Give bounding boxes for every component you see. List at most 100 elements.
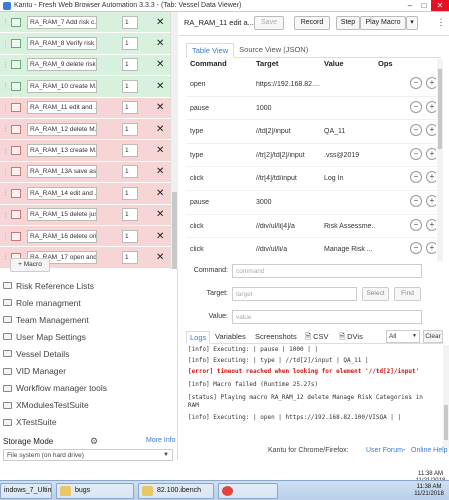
- tab-variables[interactable]: Variables: [212, 331, 249, 344]
- more-info-link[interactable]: More Info: [146, 437, 176, 444]
- taskbar-item-ibench[interactable]: 82.100.ibench: [138, 483, 214, 499]
- select-button[interactable]: Select: [362, 287, 389, 301]
- command-row[interactable]: type //tr[2]/td[2]/input .vss@2019 − +: [186, 144, 436, 168]
- play-macro-button[interactable]: Play Macro: [360, 16, 406, 30]
- macro-row[interactable]: ⋮⋮ RA_RAM_12 delete M... 1 ✕: [0, 118, 170, 141]
- macro-loop-count[interactable]: 1: [122, 208, 138, 222]
- drag-handle-icon[interactable]: ⋮⋮: [2, 168, 15, 176]
- delete-macro-icon[interactable]: ✕: [156, 188, 164, 199]
- command-row[interactable]: pause 1000 − +: [186, 97, 436, 121]
- macro-row[interactable]: ⋮⋮ RA_RAM_7 Add risk c... 1 ✕: [0, 12, 170, 34]
- macro-loop-count[interactable]: 1: [122, 165, 138, 179]
- delete-macro-icon[interactable]: ✕: [156, 59, 164, 70]
- clear-log-button[interactable]: Clear: [423, 330, 443, 343]
- macro-loop-count[interactable]: 1: [122, 58, 138, 72]
- log-scrollbar[interactable]: [443, 345, 449, 448]
- delete-macro-icon[interactable]: ✕: [156, 17, 164, 28]
- delete-macro-icon[interactable]: ✕: [156, 145, 164, 156]
- folder-item[interactable]: Team Management: [0, 311, 178, 328]
- minimize-icon[interactable]: –: [403, 0, 417, 11]
- drag-handle-icon[interactable]: ⋮⋮: [2, 61, 15, 69]
- target-input[interactable]: target: [232, 287, 357, 301]
- drag-handle-icon[interactable]: ⋮⋮: [2, 189, 15, 197]
- macro-list-scrollbar[interactable]: [170, 12, 178, 269]
- macro-row[interactable]: ⋮⋮ RA_RAM_13 create M... 1 ✕: [0, 140, 170, 162]
- delete-macro-icon[interactable]: ✕: [156, 102, 164, 113]
- add-command-icon[interactable]: +: [426, 100, 436, 113]
- folder-item[interactable]: Risk Reference Lists: [0, 277, 178, 294]
- remove-command-icon[interactable]: −: [410, 242, 422, 255]
- command-row[interactable]: click //div/ul/li/a Manage Risk ... − +: [186, 238, 436, 261]
- delete-macro-icon[interactable]: ✕: [156, 252, 164, 263]
- drag-handle-icon[interactable]: ⋮⋮: [2, 82, 15, 90]
- macro-name[interactable]: RA_RAM_8 Verify risk ...: [27, 37, 97, 51]
- macro-row[interactable]: ⋮⋮ RA_RAM_8 Verify risk ... 1 ✕: [0, 33, 170, 55]
- drag-handle-icon[interactable]: ⋮⋮: [2, 40, 15, 48]
- add-command-icon[interactable]: +: [426, 147, 436, 160]
- add-command-icon[interactable]: +: [426, 124, 436, 137]
- delete-macro-icon[interactable]: ✕: [156, 166, 164, 177]
- save-button[interactable]: Save: [254, 16, 284, 30]
- add-command-icon[interactable]: +: [426, 242, 436, 255]
- delete-macro-icon[interactable]: ✕: [156, 124, 164, 135]
- macro-name[interactable]: RA_RAM_13 create M...: [27, 144, 97, 158]
- tab-screenshots[interactable]: Screenshots: [252, 331, 300, 344]
- macro-row[interactable]: ⋮⋮ RA_RAM_16 delete ori... 1 ✕: [0, 225, 170, 248]
- remove-command-icon[interactable]: −: [410, 147, 422, 160]
- macro-loop-count[interactable]: 1: [122, 37, 138, 51]
- add-command-icon[interactable]: +: [426, 171, 436, 184]
- remove-command-icon[interactable]: −: [410, 171, 422, 184]
- record-button[interactable]: Record: [294, 16, 330, 30]
- add-command-icon[interactable]: +: [426, 195, 436, 207]
- macro-loop-count[interactable]: 1: [122, 186, 138, 200]
- macro-name[interactable]: RA_RAM_10 create M...: [27, 79, 97, 93]
- find-button[interactable]: Find: [394, 287, 421, 301]
- command-row[interactable]: open https://192.168.82.... − +: [186, 73, 436, 97]
- remove-command-icon[interactable]: −: [410, 100, 422, 113]
- taskbar-item-browser[interactable]: [218, 483, 278, 499]
- macro-row[interactable]: ⋮⋮ RA_RAM_14 edit and ... 1 ✕: [0, 183, 170, 205]
- close-icon[interactable]: ✕: [431, 0, 449, 11]
- scrollbar-thumb[interactable]: [172, 192, 177, 269]
- drag-handle-icon[interactable]: ⋮⋮: [2, 147, 15, 155]
- taskbar-item-bugs[interactable]: bugs: [56, 483, 134, 499]
- online-help-link[interactable]: Online Help: [411, 447, 448, 454]
- command-row[interactable]: pause 3000 − +: [186, 191, 436, 215]
- macro-loop-count[interactable]: 1: [122, 229, 138, 243]
- folder-item[interactable]: User Map Settings: [0, 328, 178, 345]
- add-command-icon[interactable]: +: [426, 77, 436, 89]
- macro-name[interactable]: RA_RAM_13A save as ...: [27, 165, 97, 179]
- command-row[interactable]: click //div/ul/li[4]/a Risk Assessme... − +: [186, 215, 436, 239]
- tab-table-view[interactable]: Table View: [186, 43, 235, 58]
- taskbar-item-vm[interactable]: indows_7_Ultim...: [0, 483, 52, 499]
- gear-icon[interactable]: ⚙: [90, 436, 98, 447]
- macro-row[interactable]: ⋮⋮ RA_RAM_11 edit and ... 1 ✕: [0, 97, 170, 119]
- delete-macro-icon[interactable]: ✕: [156, 81, 164, 92]
- drag-handle-icon[interactable]: ⋮⋮: [2, 211, 15, 219]
- folder-item[interactable]: Role managment: [0, 294, 178, 311]
- command-row[interactable]: click //tr[4]/td/input Log In − +: [186, 167, 436, 191]
- macro-loop-count[interactable]: 1: [122, 101, 138, 115]
- drag-handle-icon[interactable]: ⋮⋮: [2, 232, 15, 240]
- macro-loop-count[interactable]: 1: [122, 250, 138, 264]
- add-command-icon[interactable]: +: [426, 218, 436, 231]
- value-input[interactable]: value: [232, 310, 422, 324]
- folder-item[interactable]: Vessel Details: [0, 345, 178, 362]
- macro-row[interactable]: ⋮⋮ RA_RAM_10 create M... 1 ✕: [0, 76, 170, 98]
- macro-name[interactable]: RA_RAM_14 edit and ...: [27, 186, 97, 200]
- maximize-icon[interactable]: □: [417, 0, 431, 11]
- drag-handle-icon[interactable]: ⋮⋮: [2, 125, 15, 133]
- remove-command-icon[interactable]: −: [410, 124, 422, 137]
- delete-macro-icon[interactable]: ✕: [156, 231, 164, 242]
- macro-name[interactable]: RA_RAM_9 delete risk ...: [27, 58, 97, 72]
- delete-macro-icon[interactable]: ✕: [156, 38, 164, 49]
- macro-name[interactable]: RA_RAM_15 delete jus...: [27, 208, 97, 222]
- macro-loop-count[interactable]: 1: [122, 144, 138, 158]
- command-row[interactable]: type //td[2]/input QA_11 − +: [186, 120, 436, 144]
- log-filter-select[interactable]: All ▼: [386, 330, 420, 343]
- remove-command-icon[interactable]: −: [410, 195, 422, 207]
- macro-name[interactable]: RA_RAM_7 Add risk c...: [27, 15, 97, 29]
- scrollbar-thumb[interactable]: [438, 69, 442, 149]
- drag-handle-icon[interactable]: ⋮⋮: [2, 18, 15, 26]
- remove-command-icon[interactable]: −: [410, 77, 422, 89]
